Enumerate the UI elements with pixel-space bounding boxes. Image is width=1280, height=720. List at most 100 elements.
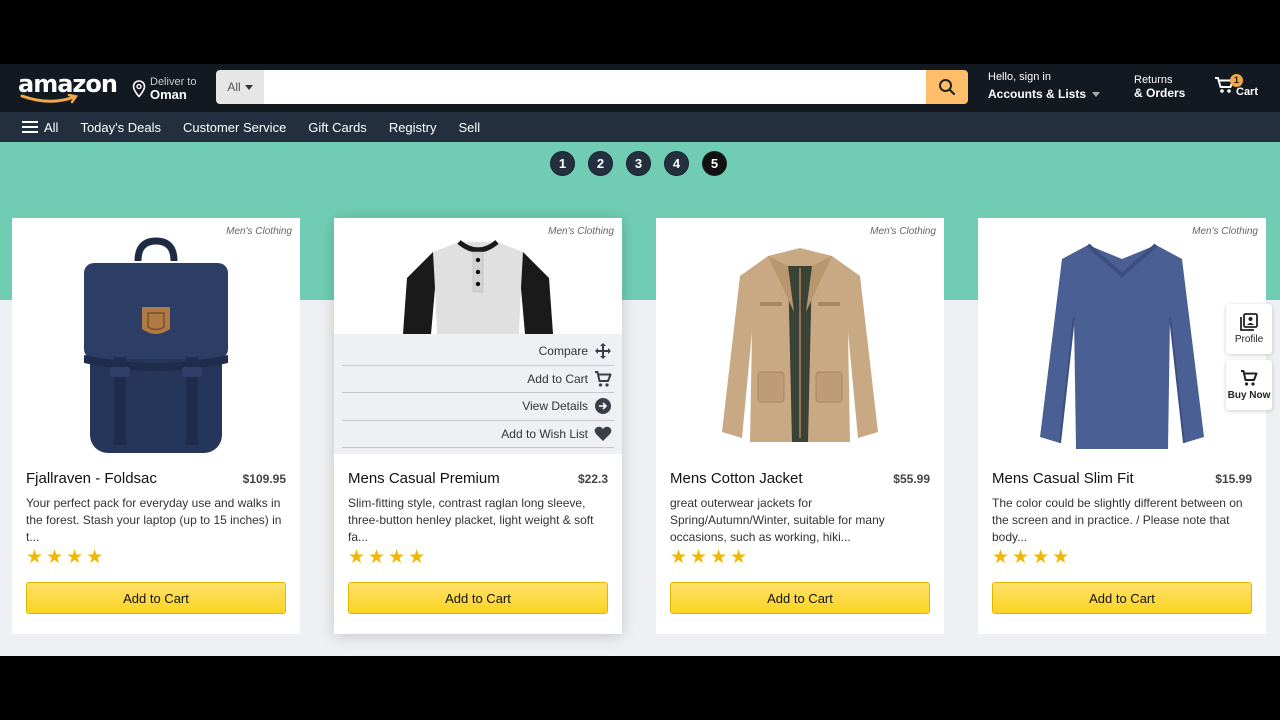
caret-down-icon bbox=[1092, 91, 1101, 97]
returns-orders-link[interactable]: Returns & Orders bbox=[1134, 74, 1185, 100]
rating-stars: ★ ★ ★ ★ bbox=[348, 548, 425, 568]
buy-now-label: Buy Now bbox=[1227, 390, 1271, 401]
rating-stars: ★ ★ ★ ★ bbox=[992, 548, 1069, 568]
add-to-wish-list-action[interactable]: Add to Wish List bbox=[342, 421, 614, 448]
cart-button[interactable]: 1 Cart bbox=[1214, 74, 1268, 102]
nav-todays-deals[interactable]: Today's Deals bbox=[80, 120, 161, 135]
compare-arrows-icon bbox=[595, 343, 611, 360]
star-icon: ★ bbox=[1052, 547, 1070, 568]
add-to-cart-action-label: Add to Cart bbox=[527, 371, 588, 386]
shirt-image bbox=[403, 240, 553, 334]
view-details-label: View Details bbox=[522, 399, 588, 414]
rating-stars: ★ ★ ★ ★ bbox=[26, 548, 103, 568]
deliver-to-location[interactable]: Deliver to Oman bbox=[132, 74, 196, 104]
star-icon: ★ bbox=[26, 547, 44, 568]
profile-icon bbox=[1240, 313, 1258, 331]
rating-stars: ★ ★ ★ ★ bbox=[670, 548, 747, 568]
carousel-pager: 1 2 3 4 5 bbox=[550, 151, 727, 176]
nav-sell[interactable]: Sell bbox=[459, 120, 481, 135]
location-pin-icon bbox=[132, 80, 146, 98]
star-icon: ★ bbox=[730, 547, 748, 568]
product-price: $55.99 bbox=[893, 472, 930, 486]
nav-all-label: All bbox=[44, 119, 59, 135]
add-to-cart-action[interactable]: Add to Cart bbox=[342, 366, 614, 393]
profile-button[interactable]: Profile bbox=[1226, 304, 1272, 354]
cart-icon bbox=[1241, 370, 1258, 386]
product-title[interactable]: Mens Cotton Jacket bbox=[670, 470, 803, 487]
compare-action[interactable]: Compare bbox=[342, 338, 614, 366]
cart-icon bbox=[595, 370, 612, 387]
product-quick-actions-menu: Compare Add to Cart View Details Add to … bbox=[334, 334, 622, 454]
pager-dot-2[interactable]: 2 bbox=[588, 151, 613, 176]
account-menu[interactable]: Hello, sign in Accounts & Lists bbox=[988, 70, 1101, 104]
product-card[interactable]: Men's Clothing Fjallraven - Foldsac $109… bbox=[12, 218, 300, 634]
star-icon: ★ bbox=[992, 547, 1010, 568]
caret-down-icon bbox=[244, 84, 253, 90]
search-button[interactable] bbox=[926, 70, 968, 104]
product-card[interactable]: Men's Clothing Mens Cotton Jacket $55.99… bbox=[656, 218, 944, 634]
smile-arrow-icon bbox=[20, 94, 79, 104]
deliver-location: Oman bbox=[150, 87, 187, 102]
star-icon: ★ bbox=[710, 547, 728, 568]
star-icon: ★ bbox=[388, 547, 406, 568]
search-input[interactable] bbox=[264, 70, 926, 104]
top-navbar: amazon Deliver to Oman All Hello, sign i… bbox=[0, 64, 1280, 112]
search-category-label: All bbox=[227, 80, 241, 94]
page: amazon Deliver to Oman All Hello, sign i… bbox=[0, 64, 1280, 656]
product-image-slim-fit-shirt[interactable] bbox=[978, 236, 1266, 458]
add-to-wish-list-label: Add to Wish List bbox=[501, 426, 588, 441]
pager-dot-5[interactable]: 5 bbox=[702, 151, 727, 176]
product-image-backpack[interactable] bbox=[12, 236, 300, 458]
backpack-image bbox=[84, 237, 228, 453]
cart-label: Cart bbox=[1236, 86, 1259, 98]
product-card[interactable]: Men's Clothing Compare Add to Cart View … bbox=[334, 218, 622, 634]
star-icon: ★ bbox=[368, 547, 386, 568]
star-icon: ★ bbox=[66, 547, 84, 568]
jacket-image bbox=[722, 248, 878, 442]
compare-label: Compare bbox=[538, 344, 588, 359]
buy-now-button[interactable]: Buy Now bbox=[1226, 360, 1272, 410]
heart-icon bbox=[594, 426, 612, 441]
add-to-cart-button[interactable]: Add to Cart bbox=[26, 582, 286, 614]
arrow-right-circle-icon bbox=[595, 398, 611, 415]
product-title[interactable]: Mens Casual Slim Fit bbox=[992, 470, 1134, 487]
product-price: $15.99 bbox=[1215, 472, 1252, 486]
star-icon: ★ bbox=[1012, 547, 1030, 568]
pager-dot-1[interactable]: 1 bbox=[550, 151, 575, 176]
add-to-cart-button[interactable]: Add to Cart bbox=[348, 582, 608, 614]
pager-dot-3[interactable]: 3 bbox=[626, 151, 651, 176]
nav-registry[interactable]: Registry bbox=[389, 120, 437, 135]
orders-label: & Orders bbox=[1134, 86, 1186, 100]
account-lists-row: Accounts & Lists bbox=[988, 84, 1101, 104]
view-details-action[interactable]: View Details bbox=[342, 393, 614, 421]
nav-all-menu[interactable]: All bbox=[22, 120, 58, 135]
profile-label: Profile bbox=[1234, 334, 1264, 345]
amazon-logo[interactable]: amazon bbox=[18, 72, 118, 104]
star-icon: ★ bbox=[86, 547, 104, 568]
add-to-cart-button[interactable]: Add to Cart bbox=[670, 582, 930, 614]
product-image-henley-shirt[interactable] bbox=[334, 236, 622, 334]
nav-gift-cards[interactable]: Gift Cards bbox=[308, 120, 367, 135]
nav-customer-service[interactable]: Customer Service bbox=[183, 120, 286, 135]
product-price: $22.3 bbox=[577, 472, 608, 486]
product-image-cotton-jacket[interactable] bbox=[656, 236, 944, 458]
product-title[interactable]: Mens Casual Premium bbox=[348, 470, 500, 487]
returns-label: Returns bbox=[1134, 74, 1173, 86]
star-icon: ★ bbox=[670, 547, 688, 568]
account-greeting: Hello, sign in bbox=[988, 71, 1051, 83]
pager-dot-4[interactable]: 4 bbox=[664, 151, 689, 176]
add-to-cart-button[interactable]: Add to Cart bbox=[992, 582, 1252, 614]
star-icon: ★ bbox=[1032, 547, 1050, 568]
product-card[interactable]: Men's Clothing Mens Casual Slim Fit $15.… bbox=[978, 218, 1266, 634]
product-title[interactable]: Fjallraven - Foldsac bbox=[26, 470, 157, 487]
product-description: The color could be slightly different be… bbox=[992, 496, 1243, 544]
search-category-dropdown[interactable]: All bbox=[216, 70, 264, 104]
letterbox-bottom bbox=[0, 656, 1280, 720]
sub-navbar: All Today's Deals Customer Service Gift … bbox=[0, 112, 1280, 142]
search-icon bbox=[939, 79, 956, 96]
product-description: great outerwear jackets for Spring/Autum… bbox=[670, 496, 885, 544]
shirt-image bbox=[1040, 243, 1204, 449]
account-lists-label: Accounts & Lists bbox=[988, 87, 1087, 101]
star-icon: ★ bbox=[690, 547, 708, 568]
product-price: $109.95 bbox=[242, 472, 286, 486]
